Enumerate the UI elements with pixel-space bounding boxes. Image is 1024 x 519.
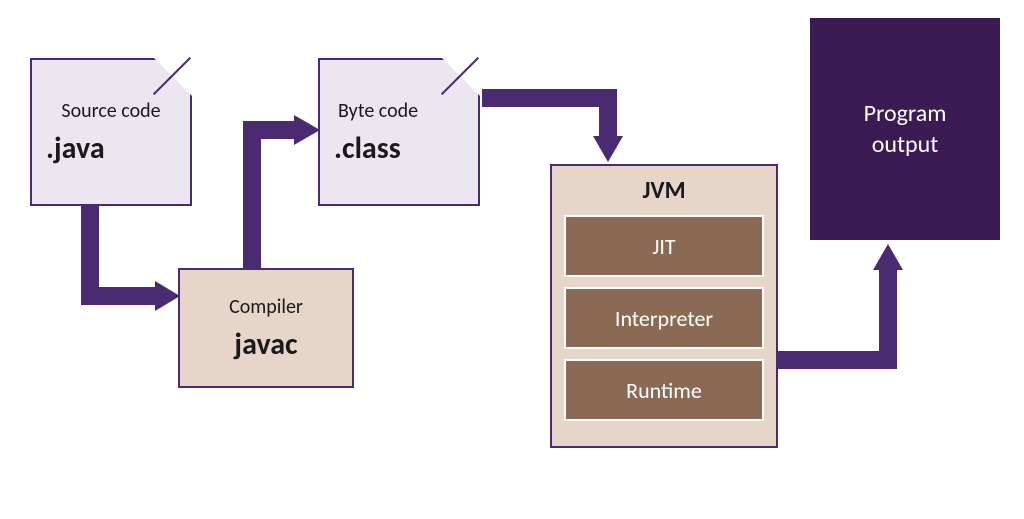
jvm-container: JVM JIT Interpreter Runtime (550, 164, 778, 448)
arrow-bytecode-to-jvm (482, 78, 662, 188)
jvm-box-interpreter: Interpreter (564, 287, 764, 349)
source-code-ext: .java (46, 130, 105, 167)
arrow-jvm-to-output (778, 240, 938, 400)
compiler-label: Compiler (229, 294, 303, 320)
source-code-file: Source code .java (30, 58, 192, 206)
jvm-box-jit: JIT (564, 215, 764, 277)
compiler-name: javac (234, 326, 297, 363)
byte-code-file: Byte code .class (318, 58, 480, 206)
program-output-box: Program output (810, 18, 1000, 240)
arrow-compiler-to-bytecode (232, 100, 342, 280)
source-code-label: Source code (61, 98, 160, 124)
compiler-box: Compiler javac (178, 268, 354, 388)
output-line1: Program (864, 98, 947, 129)
jvm-box-runtime: Runtime (564, 359, 764, 421)
byte-code-label: Byte code (338, 98, 418, 124)
byte-code-ext: .class (334, 130, 401, 167)
arrow-source-to-compiler (70, 206, 190, 336)
output-line2: output (872, 129, 939, 160)
